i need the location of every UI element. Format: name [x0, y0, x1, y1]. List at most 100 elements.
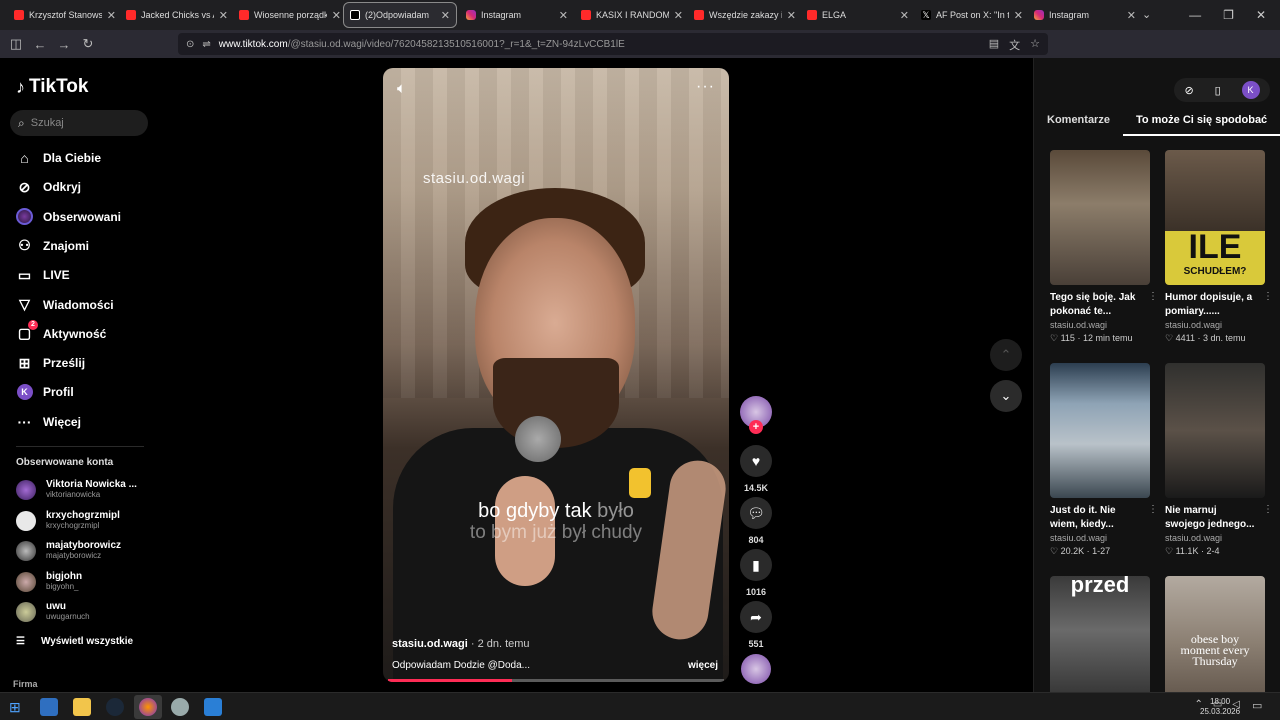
- forward-icon[interactable]: →: [52, 37, 76, 52]
- bookmark-icon[interactable]: ▮: [740, 549, 772, 581]
- card-username[interactable]: stasiu.od.wagi: [1050, 533, 1150, 543]
- card-username[interactable]: stasiu.od.wagi: [1050, 320, 1150, 330]
- browser-tab[interactable]: 𝕏 AF Post on X: "In the ✕: [915, 2, 1029, 28]
- close-icon[interactable]: ✕: [441, 9, 450, 22]
- close-icon[interactable]: ✕: [1014, 9, 1023, 22]
- browser-tab[interactable]: Wszędzie zakazy i pr ✕: [688, 2, 802, 28]
- card-more-icon[interactable]: ⋮: [1148, 504, 1158, 515]
- recommended-video-card[interactable]: Tego się boję. Jak pokonać te... ⋮ stasiu.…: [1050, 150, 1158, 344]
- close-icon[interactable]: ✕: [900, 9, 909, 22]
- save-action[interactable]: ▮ 1016: [740, 549, 772, 597]
- calculator-icon[interactable]: [204, 698, 222, 716]
- close-icon[interactable]: ✕: [559, 9, 568, 22]
- video-thumbnail[interactable]: [1165, 363, 1265, 498]
- description-more-link[interactable]: więcej: [688, 660, 718, 671]
- app-explorer-blue-icon[interactable]: [40, 698, 58, 716]
- tab-list-chevron-icon[interactable]: ⌄: [1142, 8, 1151, 21]
- video-progress-bar[interactable]: [388, 679, 724, 682]
- sidebar-item-following-avatar[interactable]: Obserwowani: [16, 207, 121, 227]
- restore-icon[interactable]: ❐: [1223, 8, 1234, 22]
- close-icon[interactable]: ✕: [674, 9, 683, 22]
- card-username[interactable]: stasiu.od.wagi: [1165, 320, 1265, 330]
- close-icon[interactable]: ✕: [107, 9, 116, 22]
- followed-account[interactable]: krxychogrzmipl krxychogrzmipl: [16, 510, 120, 531]
- like-action[interactable]: ♥ 14.5K: [740, 445, 772, 493]
- bookmark-star-icon[interactable]: ☆: [1030, 37, 1040, 53]
- reader-view-icon[interactable]: ▤: [989, 37, 999, 53]
- video-player[interactable]: stasiu.od.wagi bo gdyby tak było to bym …: [383, 68, 729, 682]
- card-more-icon[interactable]: ⋮: [1148, 291, 1158, 302]
- followed-account[interactable]: uwu uwugarnuch: [16, 602, 90, 622]
- taskbar-clock[interactable]: 18:00 25.03.2026: [1200, 697, 1240, 717]
- recommended-video-card[interactable]: Just do it. Nie wiem, kiedy... ⋮ stasiu.od…: [1050, 363, 1158, 557]
- shield-icon[interactable]: ⊙: [186, 39, 194, 50]
- close-icon[interactable]: ✕: [332, 9, 341, 22]
- tiktok-logo[interactable]: ♪ TikTok: [16, 76, 88, 98]
- sidebar-item-more[interactable]: ··· Więcej: [16, 412, 81, 432]
- video-thumbnail[interactable]: obese boy moment every Thursday: [1165, 576, 1265, 711]
- steam-icon[interactable]: [106, 698, 124, 716]
- browser-tab[interactable]: ELGA ✕: [801, 2, 915, 28]
- volume-icon[interactable]: 🔈︎: [397, 80, 406, 97]
- heart-icon[interactable]: ♥: [740, 445, 772, 477]
- translate-icon[interactable]: 文: [1009, 37, 1020, 53]
- see-all-link[interactable]: ☰ Wyświetl wszystkie: [16, 636, 133, 647]
- card-more-icon[interactable]: ⋮: [1263, 291, 1273, 302]
- followed-account[interactable]: bigjohn bigyohn_: [16, 571, 82, 592]
- tab-recommended[interactable]: To może Ci się spodobać: [1122, 114, 1280, 136]
- music-disc-icon[interactable]: [741, 654, 771, 684]
- notifications-icon[interactable]: ▭: [1252, 699, 1262, 712]
- card-username[interactable]: stasiu.od.wagi: [1165, 533, 1265, 543]
- next-video-button[interactable]: ⌄: [990, 380, 1022, 412]
- permissions-icon[interactable]: ⇌: [202, 39, 210, 50]
- browser-tab[interactable]: (2)Odpowiadam ✕: [343, 2, 457, 28]
- back-icon[interactable]: ←: [28, 37, 52, 52]
- close-icon[interactable]: ✕: [219, 9, 228, 22]
- video-more-options-icon[interactable]: ···: [696, 78, 715, 96]
- tab-comments[interactable]: Komentarze: [1034, 114, 1123, 138]
- share-action[interactable]: ➦ 551: [740, 601, 772, 649]
- browser-tab[interactable]: Jacked Chicks vs Aver ✕: [120, 2, 234, 28]
- windows-start-icon[interactable]: ⊞: [9, 698, 27, 716]
- app-icon[interactable]: [171, 698, 189, 716]
- browser-tab[interactable]: Wiosenne porządki p ✕: [233, 2, 347, 28]
- search-box[interactable]: ⌕: [10, 110, 148, 136]
- card-more-icon[interactable]: ⋮: [1263, 504, 1273, 515]
- video-thumbnail[interactable]: przed: [1050, 576, 1150, 711]
- search-input[interactable]: [30, 117, 131, 129]
- recommended-video-card[interactable]: ILE SCHUDŁEM? Humor dopisuje, a pomiary...…: [1165, 150, 1273, 344]
- recommended-video-card[interactable]: przed: [1050, 576, 1150, 711]
- comment-icon[interactable]: 💬︎: [740, 497, 772, 529]
- reload-icon[interactable]: ↻: [76, 36, 100, 52]
- sidebar-item-profile[interactable]: K Profil: [16, 382, 74, 402]
- video-thumbnail[interactable]: [1050, 150, 1150, 285]
- sidebar-item-activity[interactable]: ▢ 2 Aktywność: [16, 320, 106, 344]
- discover-icon[interactable]: ⊘: [1184, 84, 1193, 97]
- previous-video-button[interactable]: ⌃: [990, 339, 1022, 371]
- followed-account[interactable]: Viktoria Nowicka ... viktorianowicka: [16, 480, 137, 500]
- window-close-icon[interactable]: ✕: [1256, 8, 1266, 22]
- url-bar[interactable]: ⊙ ⇌ www.tiktok.com/@stasiu.od.wagi/video…: [178, 33, 1048, 55]
- share-icon[interactable]: ➦: [740, 601, 772, 633]
- sidebar-toggle-icon[interactable]: ◫: [4, 36, 28, 52]
- browser-tab[interactable]: Instagram ✕: [460, 2, 574, 28]
- close-icon[interactable]: ✕: [787, 9, 796, 22]
- comment-action[interactable]: 💬︎ 804: [740, 497, 772, 545]
- browser-tab[interactable]: Instagram ✕: [1028, 2, 1142, 28]
- browser-tab[interactable]: KASIX I RANDOMBR ✕: [575, 2, 689, 28]
- video-thumbnail[interactable]: ILE SCHUDŁEM?: [1165, 150, 1265, 285]
- sidebar-item-home[interactable]: ⌂ Dla Ciebie: [16, 148, 101, 168]
- video-thumbnail[interactable]: [1050, 363, 1150, 498]
- minimize-icon[interactable]: —: [1189, 8, 1201, 22]
- sidebar-item-messages[interactable]: ▽ Wiadomości: [16, 295, 113, 315]
- file-explorer-icon[interactable]: [73, 698, 91, 716]
- recommended-video-card[interactable]: obese boy moment every Thursday: [1165, 576, 1265, 711]
- firefox-icon[interactable]: [139, 698, 157, 716]
- sidebar-item-live[interactable]: ▭ LIVE: [16, 265, 70, 285]
- sidebar-item-friends[interactable]: ⚇ Znajomi: [16, 236, 89, 256]
- followed-account[interactable]: majatyborowicz majatyborowicz: [16, 541, 121, 561]
- device-icon[interactable]: ▯: [1215, 84, 1221, 97]
- panel-avatar[interactable]: K: [1241, 81, 1260, 99]
- recommended-video-card[interactable]: Nie marnuj swojego jednego... ⋮ stasiu.od.…: [1165, 363, 1273, 557]
- browser-tab[interactable]: Krzysztof Stanowski ✕: [8, 2, 122, 28]
